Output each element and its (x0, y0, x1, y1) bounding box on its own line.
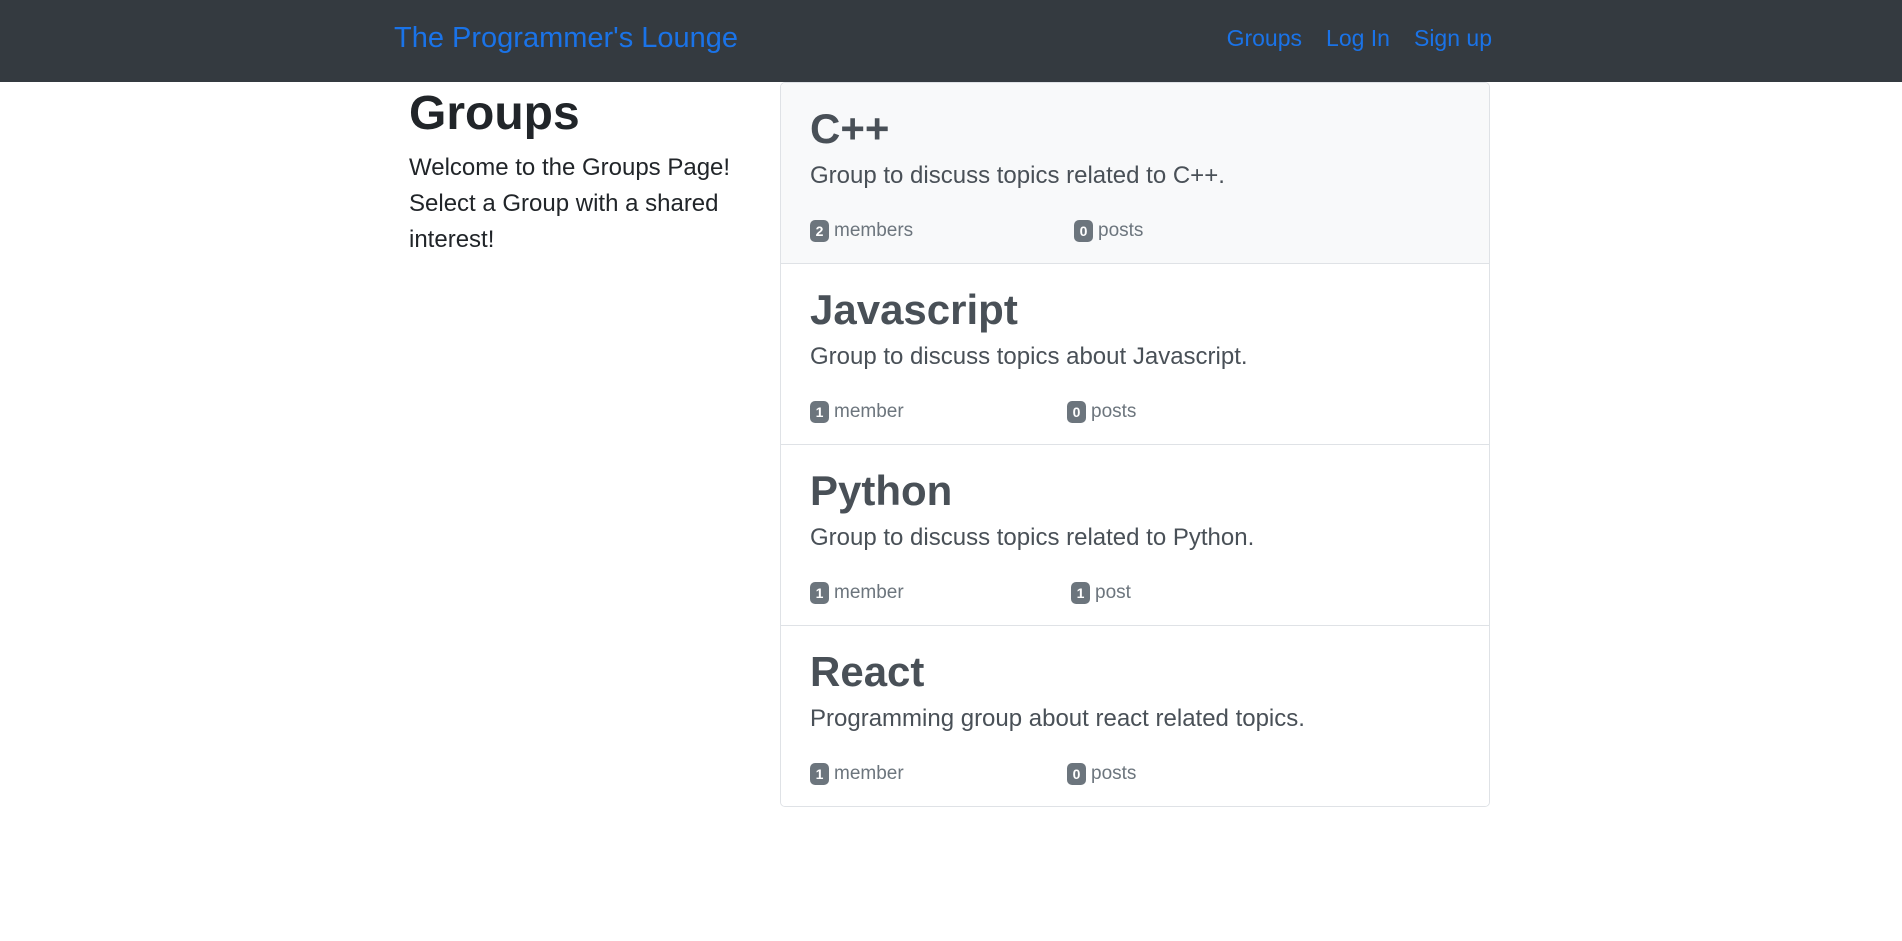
member-stat: 2 members (810, 220, 913, 242)
member-count-badge: 2 (810, 220, 829, 242)
member-count-badge: 1 (810, 763, 829, 785)
group-description: Group to discuss topics related to Pytho… (810, 524, 1255, 551)
page-title: Groups (409, 87, 580, 140)
welcome-text: Welcome to the Groups Page! Select a Gro… (409, 154, 731, 253)
post-label: posts (1091, 763, 1137, 784)
nav-link-log-in[interactable]: Log In (1326, 25, 1390, 52)
post-count-badge: 0 (1067, 401, 1086, 423)
post-stat: 0 posts (1067, 763, 1136, 785)
post-count-badge: 0 (1074, 220, 1093, 242)
group-item-react[interactable]: React Programming group about react rela… (781, 626, 1489, 806)
nav-link-groups[interactable]: Groups (1227, 25, 1302, 52)
post-stat: 1 post (1071, 582, 1131, 604)
member-count-badge: 1 (810, 401, 829, 423)
groups-sidebar: Groups Welcome to the Groups Page! Selec… (409, 86, 749, 258)
group-item-cpp[interactable]: C++ Group to discuss topics related to C… (781, 83, 1489, 264)
member-label: member (834, 401, 904, 422)
nav-link-sign-up[interactable]: Sign up (1414, 25, 1492, 52)
group-list: C++ Group to discuss topics related to C… (780, 82, 1490, 807)
post-stat: 0 posts (1074, 220, 1143, 242)
group-description: Group to discuss topics related to C++. (810, 162, 1225, 189)
post-label: posts (1091, 401, 1137, 422)
group-name: Python (810, 467, 953, 514)
post-label: posts (1098, 220, 1144, 241)
member-label: member (834, 582, 904, 603)
brand-link[interactable]: The Programmer's Lounge (394, 22, 738, 55)
group-description: Programming group about react related to… (810, 705, 1305, 732)
group-description: Group to discuss topics about Javascript… (810, 343, 1248, 370)
member-stat: 1 member (810, 763, 904, 785)
member-count-badge: 1 (810, 582, 829, 604)
group-item-javascript[interactable]: Javascript Group to discuss topics about… (781, 264, 1489, 445)
top-navbar: The Programmer's Lounge Groups Log In Si… (0, 0, 1902, 82)
group-name: Javascript (810, 286, 1018, 333)
group-item-python[interactable]: Python Group to discuss topics related t… (781, 445, 1489, 626)
nav-links: Groups Log In Sign up (1227, 25, 1492, 52)
group-name: C++ (810, 105, 890, 152)
member-stat: 1 member (810, 582, 904, 604)
member-stat: 1 member (810, 401, 904, 423)
group-name: React (810, 648, 925, 695)
post-count-badge: 1 (1071, 582, 1090, 604)
member-label: member (834, 763, 904, 784)
post-label: post (1095, 582, 1131, 603)
member-label: members (834, 220, 914, 241)
post-stat: 0 posts (1067, 401, 1136, 423)
post-count-badge: 0 (1067, 763, 1086, 785)
